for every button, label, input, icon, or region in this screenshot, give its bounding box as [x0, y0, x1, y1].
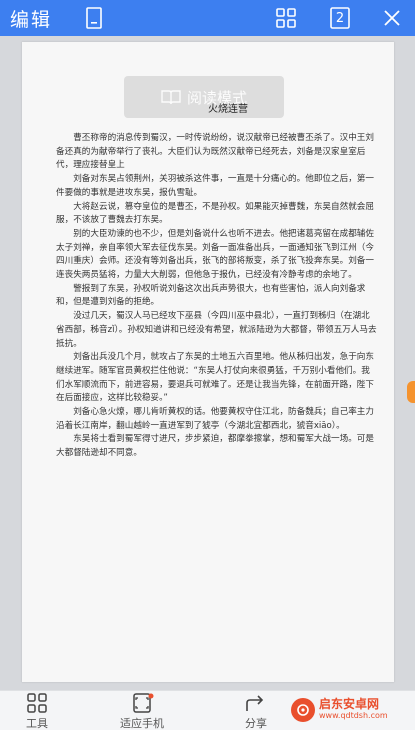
scroll-handle[interactable]	[407, 381, 415, 403]
paragraph: 刘备对东吴占领荆州，关羽被杀这件事，一直是十分痛心的。他即位之后，第一件要做的事…	[56, 174, 374, 198]
share-icon	[246, 695, 264, 711]
paragraph: 刘备心急火燎，哪儿肯听黄权的话。他要黄权守住江北，防备魏兵；自己率主力沿着长江南…	[56, 407, 374, 431]
fit-phone-label: 适应手机	[120, 717, 164, 730]
page-count-button[interactable]: 2	[326, 4, 354, 32]
tools-label: 工具	[26, 717, 48, 730]
document-body: 曹丕称帝的消息传到蜀汉，一时传说纷纷，说汉献帝已经被曹丕杀了。汉中王刘备还真的为…	[56, 132, 378, 461]
paragraph: 没过几天，蜀汉人马已经攻下巫县（今四川巫中县北），一直打到秭归（在湖北省西部，秭…	[56, 311, 377, 349]
share-label: 分享	[245, 717, 267, 730]
fit-phone-button[interactable]: 适应手机	[120, 693, 164, 730]
top-toolbar: 编辑 2	[0, 0, 415, 36]
grid-icon	[27, 693, 47, 713]
paragraph: 别的大臣劝谏的也不少，但是刘备说什么也听不进去。他把诸葛亮留在成都辅佐太子刘禅，…	[56, 228, 374, 281]
paragraph: 曹丕称帝的消息传到蜀汉，一时传说纷纷，说汉献帝已经被曹丕杀了。汉中王刘备还真的为…	[56, 133, 374, 171]
watermark-url: www.qdtdsh.com	[319, 711, 388, 720]
edit-button[interactable]: 编辑	[10, 5, 52, 32]
paragraph: 东吴将士看到蜀军得寸进尺，步步紧迫，都摩拳擦掌，想和蜀军大战一场。可是大都督陆逊…	[56, 434, 374, 459]
document-page: 阅读模式 火烧连营 曹丕称帝的消息传到蜀汉，一时传说纷纷，说汉献帝已经被曹丕杀了…	[22, 42, 394, 682]
tools-button[interactable]: 工具	[26, 693, 48, 730]
phone-fit-icon	[133, 693, 154, 713]
paragraph: 警报到了东吴，孙权听说刘备这次出兵声势很大，也有些害怕，派人向刘备求和，但是遭到…	[56, 283, 366, 308]
grid-icon[interactable]	[272, 4, 300, 32]
watermark: 启东安卓网 www.qdtdsh.com	[291, 690, 411, 730]
paragraph: 大将赵云说，篡夺皇位的是曹丕，不是孙权。如果能灭掉曹魏，东吴自然就会屈服，不该放…	[56, 201, 374, 226]
watermark-name: 启东安卓网	[319, 697, 380, 711]
bookmark-icon[interactable]	[80, 4, 108, 32]
watermark-logo-icon	[291, 698, 315, 722]
page-count: 2	[335, 10, 345, 26]
document-viewport[interactable]: 阅读模式 火烧连营 曹丕称帝的消息传到蜀汉，一时传说纷纷，说汉献帝已经被曹丕杀了…	[0, 36, 415, 690]
paragraph: 刘备出兵没几个月，就攻占了东吴的土地五六百里地。他从秭归出发，急于向东继续进军。…	[56, 352, 374, 404]
document-title: 火烧连营	[208, 104, 248, 115]
close-icon[interactable]	[378, 4, 406, 32]
share-button[interactable]: 分享	[244, 693, 268, 730]
